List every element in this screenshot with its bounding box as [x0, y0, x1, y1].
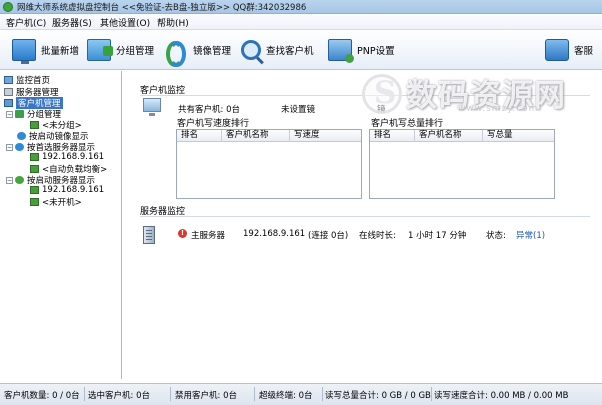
write-total-table[interactable]: 排名 客户机名称 写总量	[369, 129, 555, 199]
unset-image-text: 未设置镜	[281, 105, 316, 115]
status-bar: 客户机数量: 0 / 0台 选中客户机: 0台 禁用客户机: 0台 超级终端: …	[0, 383, 602, 405]
divider	[431, 387, 432, 401]
column-header[interactable]: 排名	[370, 130, 415, 142]
pnp-settings-button[interactable]: PNP设置	[328, 36, 395, 64]
toolbar: 批量新增 分组管理 镜像管理 查找客户机 PNP设置 客服	[0, 30, 602, 70]
computer-icon	[30, 165, 39, 173]
tree-item-monitor-home[interactable]: 监控首页	[4, 74, 50, 86]
client-count-status: 客户机数量: 0 / 0台	[4, 391, 80, 401]
column-header[interactable]: 客户机名称	[222, 130, 290, 142]
collapse-toggle[interactable]: −	[6, 176, 13, 184]
tree-item-label: 192.168.9.161	[42, 185, 105, 195]
find-client-label: 查找客户机	[266, 46, 314, 57]
column-header[interactable]: 写总量	[483, 130, 556, 142]
monitor-icon	[4, 76, 13, 84]
server-ip: 192.168.9.161	[243, 229, 306, 239]
column-header[interactable]: 写速度	[290, 130, 363, 142]
divider	[322, 387, 323, 401]
server-name: 主服务器	[191, 231, 226, 241]
navigation-tree: 监控首页 服务器管理 客户机管理 − 分组管理 <未分组> 按启动镜像显示 − …	[0, 71, 122, 379]
main-panel: 客户机监控 共有客户机: 0台 未设置镜 镜 客户机写速度排行 客户机写总量排行…	[123, 71, 602, 379]
group-icon	[15, 110, 24, 118]
truncated-label: 镜	[377, 105, 386, 115]
read-write-total-status: 读写总量合计: 0 GB / 0 GB	[325, 391, 431, 401]
column-header[interactable]: 排名	[177, 130, 222, 142]
preferred-server-icon	[15, 143, 24, 151]
pnp-settings-label: PNP设置	[357, 46, 395, 57]
image-manage-button[interactable]: 镜像管理	[164, 36, 232, 67]
divider	[84, 387, 85, 401]
tree-item-label: 监控首页	[16, 76, 51, 86]
total-clients-text: 共有客户机: 0台	[178, 105, 240, 115]
service-button[interactable]: 客服	[545, 36, 593, 64]
computer-icon	[30, 198, 39, 206]
service-label: 客服	[574, 46, 594, 57]
status-link[interactable]: 异常(1)	[516, 229, 545, 241]
group-manage-icon	[87, 39, 113, 61]
online-duration-value: 1 小时 17 分钟	[408, 231, 467, 241]
table-header: 排名 客户机名称 写速度	[177, 130, 361, 142]
monitor-icon	[143, 98, 161, 116]
menu-bar: 客户机(C) 服务器(S) 其他设置(O) 帮助(H)	[0, 14, 602, 30]
window-title: 网维大师系统虚拟盘控制台 <<免验证-去B盘-独立版>> QQ群:3420329…	[17, 3, 307, 13]
server-icon	[143, 226, 155, 244]
chat-icon	[545, 39, 569, 61]
image-manage-label: 镜像管理	[193, 46, 232, 57]
boot-server-icon	[15, 176, 24, 184]
find-client-button[interactable]: 查找客户机	[241, 36, 314, 64]
batch-add-label: 批量新增	[41, 46, 80, 57]
tree-item-not-booted[interactable]: <未开机>	[30, 196, 82, 208]
divider	[140, 216, 590, 217]
divider	[140, 95, 590, 96]
tree-item-label: 192.168.9.161	[42, 152, 105, 162]
batch-add-button[interactable]: 批量新增	[12, 36, 79, 64]
warning-icon: !	[178, 229, 187, 238]
group-manage-button[interactable]: 分组管理	[87, 36, 154, 64]
tree-item-ip[interactable]: 192.168.9.161	[30, 185, 104, 195]
write-speed-rank-title: 客户机写速度排行	[177, 119, 250, 129]
server-connections: (连接 0台)	[308, 231, 349, 241]
menu-help[interactable]: 帮助(H)	[157, 16, 189, 29]
tree-item-ip[interactable]: 192.168.9.161	[30, 152, 104, 162]
boot-image-icon	[17, 132, 26, 140]
tree-item-label: <未开机>	[42, 198, 82, 208]
computer-icon	[30, 186, 39, 194]
super-terminal-status: 超级终端: 0台	[259, 391, 313, 401]
read-write-speed-status: 读写速度合计: 0.00 MB / 0.00 MB	[434, 391, 569, 401]
divider	[170, 387, 171, 401]
app-icon	[3, 2, 13, 12]
disabled-clients-status: 禁用客户机: 0台	[175, 391, 237, 401]
group-manage-label: 分组管理	[116, 46, 155, 57]
pnp-icon	[328, 39, 354, 63]
menu-client[interactable]: 客户机(C)	[6, 16, 46, 29]
menu-server[interactable]: 服务器(S)	[52, 16, 92, 29]
online-duration-label: 在线时长:	[359, 231, 396, 241]
monitor-add-icon	[12, 39, 36, 64]
divider	[254, 387, 255, 401]
column-header[interactable]: 客户机名称	[415, 130, 483, 142]
table-header: 排名 客户机名称 写总量	[370, 130, 554, 142]
status-label: 状态:	[486, 231, 506, 241]
menu-other-settings[interactable]: 其他设置(O)	[100, 16, 150, 29]
server-icon	[4, 88, 13, 96]
write-total-rank-title: 客户机写总量排行	[371, 119, 444, 129]
computer-icon	[30, 153, 39, 161]
write-speed-table[interactable]: 排名 客户机名称 写速度	[176, 129, 362, 199]
search-icon	[241, 40, 261, 60]
title-bar: 网维大师系统虚拟盘控制台 <<免验证-去B盘-独立版>> QQ群:3420329…	[0, 0, 602, 14]
selected-clients-status: 选中客户机: 0台	[88, 391, 150, 401]
collapse-toggle[interactable]: −	[6, 110, 13, 118]
computer-icon	[4, 99, 13, 107]
collapse-toggle[interactable]: −	[6, 143, 13, 151]
computer-icon	[30, 121, 39, 129]
image-manage-icon	[164, 39, 188, 67]
